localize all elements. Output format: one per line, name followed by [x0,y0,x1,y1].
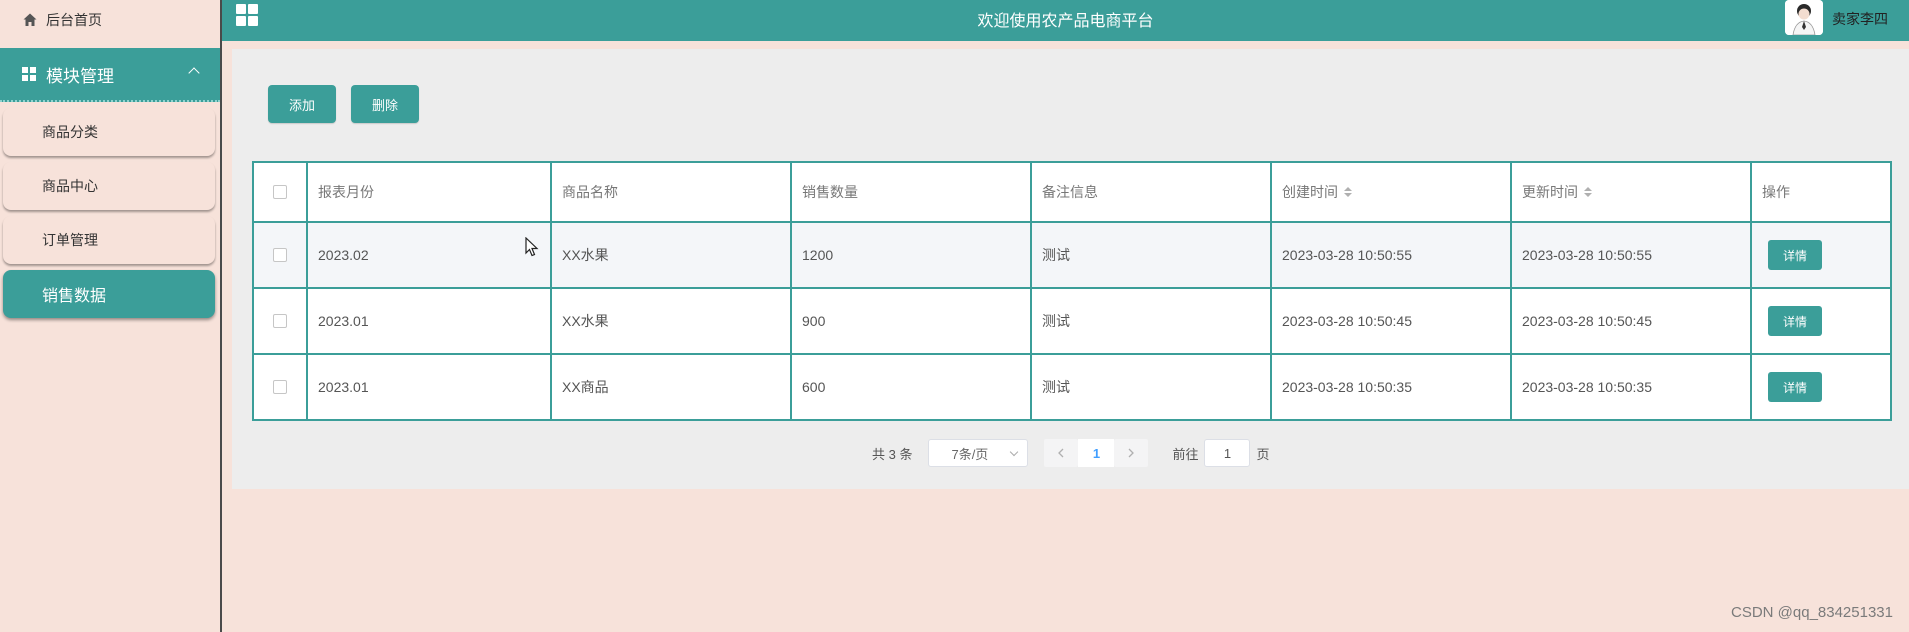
cell-note: 测试 [1032,355,1272,419]
cell-name: XX水果 [552,223,792,287]
sidebar-group-modules[interactable]: 模块管理 [0,48,220,102]
goto-page-input[interactable] [1204,439,1251,467]
cell-action: 详情 [1752,223,1890,287]
row-select-cell [254,289,308,353]
cell-created: 2023-03-28 10:50:45 [1272,289,1512,353]
detail-button[interactable]: 详情 [1768,372,1822,402]
row-select-cell [254,355,308,419]
cell-updated: 2023-03-28 10:50:45 [1512,289,1752,353]
pagination: 共 3 条 7条/页 1 前往 页 [872,439,1270,467]
user-name[interactable]: 卖家李四 [1832,9,1888,29]
sidebar-item-label: 后台首页 [46,12,102,28]
home-icon [23,13,37,26]
column-header-name: 商品名称 [552,163,792,221]
cell-qty: 600 [792,355,1032,419]
cell-name: XX水果 [552,289,792,353]
top-header: 欢迎使用农产品电商平台 卖家李四 [222,0,1909,41]
sidebar-item-category[interactable]: 商品分类 [3,108,215,156]
sidebar-item-label: 商品分类 [42,124,98,140]
sales-table: 报表月份 商品名称 销售数量 备注信息 创建时间 更新时间 操作 2023.02… [252,161,1892,421]
add-button[interactable]: 添加 [268,85,336,123]
sidebar-item-label: 销售数据 [42,288,107,305]
cell-action: 详情 [1752,289,1890,353]
watermark: CSDN @qq_834251331 [1730,604,1893,621]
chevron-left-icon [1058,448,1064,458]
cell-created: 2023-03-28 10:50:55 [1272,223,1512,287]
column-header-qty: 销售数量 [792,163,1032,221]
sidebar-item-orders[interactable]: 订单管理 [3,216,215,264]
header-select-cell [254,163,308,221]
cell-created: 2023-03-28 10:50:35 [1272,355,1512,419]
detail-button[interactable]: 详情 [1768,240,1822,270]
pagination-total: 共 3 条 [872,446,913,462]
sidebar-item-label: 商品中心 [42,178,98,194]
column-header-label: 更新时间 [1522,184,1578,200]
page-size-select[interactable]: 7条/页 [928,439,1029,467]
cell-qty: 1200 [792,223,1032,287]
avatar[interactable] [1785,0,1823,35]
chevron-down-icon [1010,447,1019,457]
page-size-value: 7条/页 [951,446,989,462]
cell-qty: 900 [792,289,1032,353]
cell-name: XX商品 [552,355,792,419]
cell-updated: 2023-03-28 10:50:35 [1512,355,1752,419]
table-header-row: 报表月份 商品名称 销售数量 备注信息 创建时间 更新时间 操作 [254,163,1890,223]
cell-month: 2023.01 [308,289,552,353]
cell-note: 测试 [1032,223,1272,287]
sidebar-item-products[interactable]: 商品中心 [3,162,215,210]
column-header-action: 操作 [1762,184,1790,200]
cell-updated: 2023-03-28 10:50:55 [1512,223,1752,287]
row-checkbox[interactable] [273,314,287,328]
chevron-up-icon [188,67,200,79]
grid-icon [22,67,36,81]
table-row: 2023.01 XX商品 600 测试 2023-03-28 10:50:35 … [254,355,1890,421]
sidebar-group-label: 模块管理 [46,66,114,86]
select-all-checkbox[interactable] [273,185,287,199]
sidebar-item-home[interactable]: 后台首页 [0,0,220,40]
cell-note: 测试 [1032,289,1272,353]
cell-action: 详情 [1752,355,1890,419]
page-title: 欢迎使用农产品电商平台 [977,13,1154,30]
sort-icon[interactable] [1584,187,1592,197]
table-row: 2023.01 XX水果 900 测试 2023-03-28 10:50:45 … [254,289,1890,355]
sidebar: 后台首页 模块管理 商品分类 商品中心 订单管理 销售数据 [0,0,222,632]
row-select-cell [254,223,308,287]
goto-suffix: 页 [1256,446,1270,462]
delete-button[interactable]: 删除 [351,85,419,123]
sidebar-item-label: 订单管理 [42,232,98,248]
page-number-current[interactable]: 1 [1078,439,1115,467]
column-header-note: 备注信息 [1032,163,1272,221]
goto-prefix: 前往 [1172,446,1199,462]
row-checkbox[interactable] [273,248,287,262]
next-page-button[interactable] [1114,439,1149,467]
cell-month: 2023.02 [308,223,552,287]
column-header-label: 创建时间 [1282,184,1338,200]
detail-button[interactable]: 详情 [1768,306,1822,336]
sidebar-item-sales-data[interactable]: 销售数据 [3,270,215,318]
column-header-updated[interactable]: 更新时间 [1512,163,1752,221]
avatar-icon [1785,0,1823,35]
cell-month: 2023.01 [308,355,552,419]
table-row: 2023.02 XX水果 1200 测试 2023-03-28 10:50:55… [254,223,1890,289]
column-header-month: 报表月份 [308,163,552,221]
prev-page-button[interactable] [1044,439,1079,467]
main-panel: 添加 删除 报表月份 商品名称 销售数量 备注信息 创建时间 更新时间 操作 2… [232,49,1909,489]
row-checkbox[interactable] [273,380,287,394]
sort-icon[interactable] [1344,187,1352,197]
column-header-created[interactable]: 创建时间 [1272,163,1512,221]
mouse-cursor-icon [525,237,539,257]
chevron-right-icon [1129,448,1135,458]
